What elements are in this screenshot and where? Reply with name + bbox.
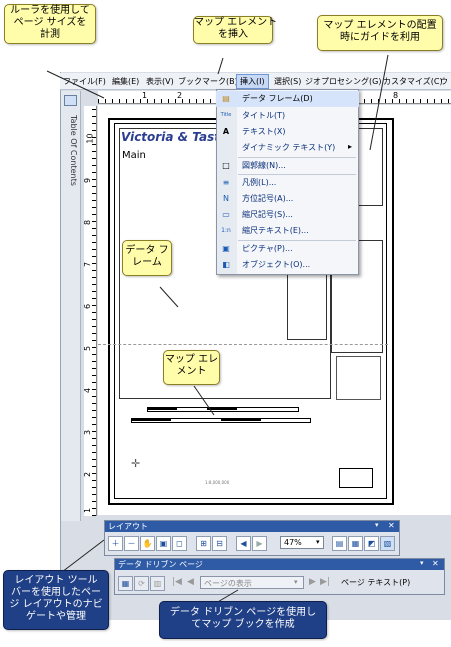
connector-line xyxy=(217,57,224,75)
callout-insert: マップ エレメント を挿入 xyxy=(193,16,277,44)
callout-data-frame: データ フ レーム xyxy=(122,240,172,276)
callout-map-element: マップ エレ メント xyxy=(163,350,220,385)
connector-line xyxy=(61,539,105,573)
connector-line xyxy=(46,70,105,99)
callout-layout-toolbar: レイアウト ツール バーを使用したペー ジ レイアウトのナビ ゲートや管理 xyxy=(3,570,109,630)
connector-line xyxy=(193,385,215,416)
callout-connectors xyxy=(46,54,389,604)
callout-data-driven-pages: データ ドリブン ページを使用し てマップ ブックを作成 xyxy=(159,601,327,639)
connector-line xyxy=(369,54,389,151)
callout-ruler: ルーラを使用して ページ サイズを 計測 xyxy=(4,4,96,44)
connector-line xyxy=(159,286,179,308)
callout-guide: マップ エレメントの配置 時にガイドを利用 xyxy=(317,15,443,51)
